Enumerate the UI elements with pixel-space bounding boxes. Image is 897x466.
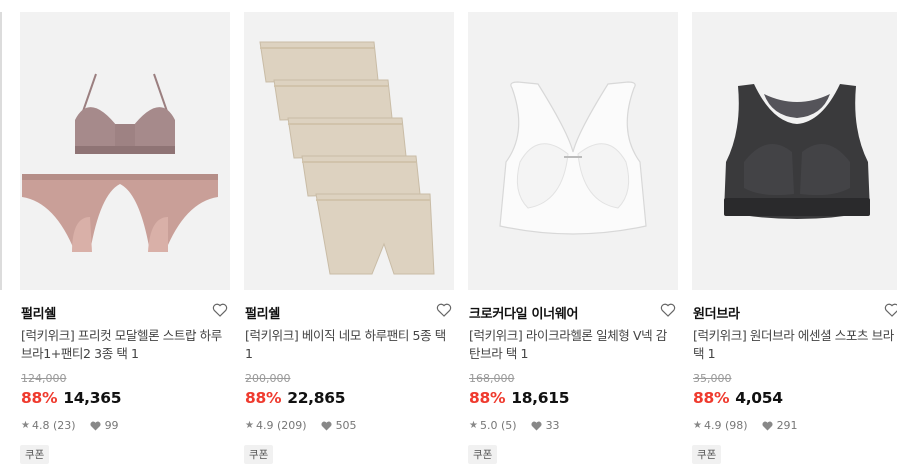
- brand-name[interactable]: 펄리쉘: [21, 303, 56, 322]
- price-row: 88% 14,365: [21, 389, 122, 407]
- review-meta: ★ 4.9 (209) 505: [245, 419, 357, 432]
- rating-value: 5.0: [479, 419, 498, 432]
- review-count: (5): [500, 419, 517, 432]
- star-icon: ★: [245, 420, 254, 431]
- product-card-2[interactable]: 펄리쉘 [럭키위크] 베이직 네모 하루팬티 5종 택 1 200,000 88…: [244, 0, 454, 466]
- sale-price: 14,365: [63, 389, 122, 407]
- brand-name[interactable]: 펄리쉘: [245, 303, 280, 322]
- product-image[interactable]: [20, 12, 230, 290]
- review-meta: ★ 5.0 (5) 33: [469, 419, 560, 432]
- brand-name[interactable]: 원더브라: [693, 303, 740, 322]
- star-icon: ★: [469, 420, 478, 431]
- review-meta: ★ 4.9 (98) 291: [693, 419, 798, 432]
- coupon-badge: 쿠폰: [244, 445, 274, 464]
- sale-price: 4,054: [735, 389, 783, 407]
- wishlist-heart-icon[interactable]: [884, 302, 897, 318]
- coupon-badge: 쿠폰: [692, 445, 722, 464]
- review-count: (98): [724, 419, 748, 432]
- bra-and-panties-set-icon: [20, 12, 230, 290]
- star-icon: ★: [21, 420, 30, 431]
- white-seamless-bra-icon: [468, 12, 678, 290]
- product-card-3[interactable]: 크로커다일 이너웨어 [럭키위크] 라이크라헬론 일체형 V넥 감탄브라 택 1…: [468, 0, 678, 466]
- product-card-1[interactable]: 펄리쉘 [럭키위크] 프리컷 모달헬론 스트랍 하루브라1+팬티2 3종 택 1…: [20, 0, 230, 466]
- product-image[interactable]: [468, 12, 678, 290]
- heart-filled-icon: [531, 421, 542, 431]
- price-row: 88% 4,054: [693, 389, 783, 407]
- coupon-badge: 쿠폰: [468, 445, 498, 464]
- like-count: 33: [545, 419, 560, 432]
- original-price: 35,000: [693, 372, 732, 385]
- product-image[interactable]: [692, 12, 897, 290]
- product-title[interactable]: [럭키위크] 베이직 네모 하루팬티 5종 택 1: [245, 327, 450, 363]
- wishlist-heart-icon[interactable]: [212, 302, 228, 318]
- original-price: 200,000: [245, 372, 291, 385]
- wishlist-heart-icon[interactable]: [436, 302, 452, 318]
- like-count: 505: [335, 419, 357, 432]
- original-price: 168,000: [469, 372, 515, 385]
- review-meta: ★ 4.8 (23) 99: [21, 419, 119, 432]
- discount-rate: 88%: [693, 389, 730, 407]
- rating-value: 4.9: [255, 419, 274, 432]
- price-row: 88% 22,865: [245, 389, 346, 407]
- like-count: 291: [776, 419, 798, 432]
- discount-rate: 88%: [469, 389, 506, 407]
- star-icon: ★: [693, 420, 702, 431]
- product-title[interactable]: [럭키위크] 프리컷 모달헬론 스트랍 하루브라1+팬티2 3종 택 1: [21, 327, 226, 363]
- price-row: 88% 18,615: [469, 389, 570, 407]
- brand-name[interactable]: 크로커다일 이너웨어: [469, 303, 578, 322]
- heart-filled-icon: [321, 421, 332, 431]
- boxer-briefs-stack-icon: [244, 12, 454, 290]
- rating-value: 4.8: [31, 419, 50, 432]
- review-count: (209): [276, 419, 307, 432]
- like-count: 99: [104, 419, 119, 432]
- discount-rate: 88%: [245, 389, 282, 407]
- heart-filled-icon: [90, 421, 101, 431]
- discount-rate: 88%: [21, 389, 58, 407]
- sale-price: 22,865: [287, 389, 346, 407]
- black-sports-bra-icon: [692, 12, 897, 290]
- original-price: 124,000: [21, 372, 67, 385]
- wishlist-heart-icon[interactable]: [660, 302, 676, 318]
- sale-price: 18,615: [511, 389, 570, 407]
- product-title[interactable]: [럭키위크] 원더브라 에센셜 스포츠 브라 택 1: [693, 327, 897, 363]
- product-card-4[interactable]: 원더브라 [럭키위크] 원더브라 에센셜 스포츠 브라 택 1 35,000 8…: [692, 0, 897, 466]
- previous-card-edge: [0, 12, 2, 290]
- product-title[interactable]: [럭키위크] 라이크라헬론 일체형 V넥 감탄브라 택 1: [469, 327, 674, 363]
- review-count: (23): [52, 419, 76, 432]
- product-image[interactable]: [244, 12, 454, 290]
- heart-filled-icon: [762, 421, 773, 431]
- coupon-badge: 쿠폰: [20, 445, 50, 464]
- rating-value: 4.9: [703, 419, 722, 432]
